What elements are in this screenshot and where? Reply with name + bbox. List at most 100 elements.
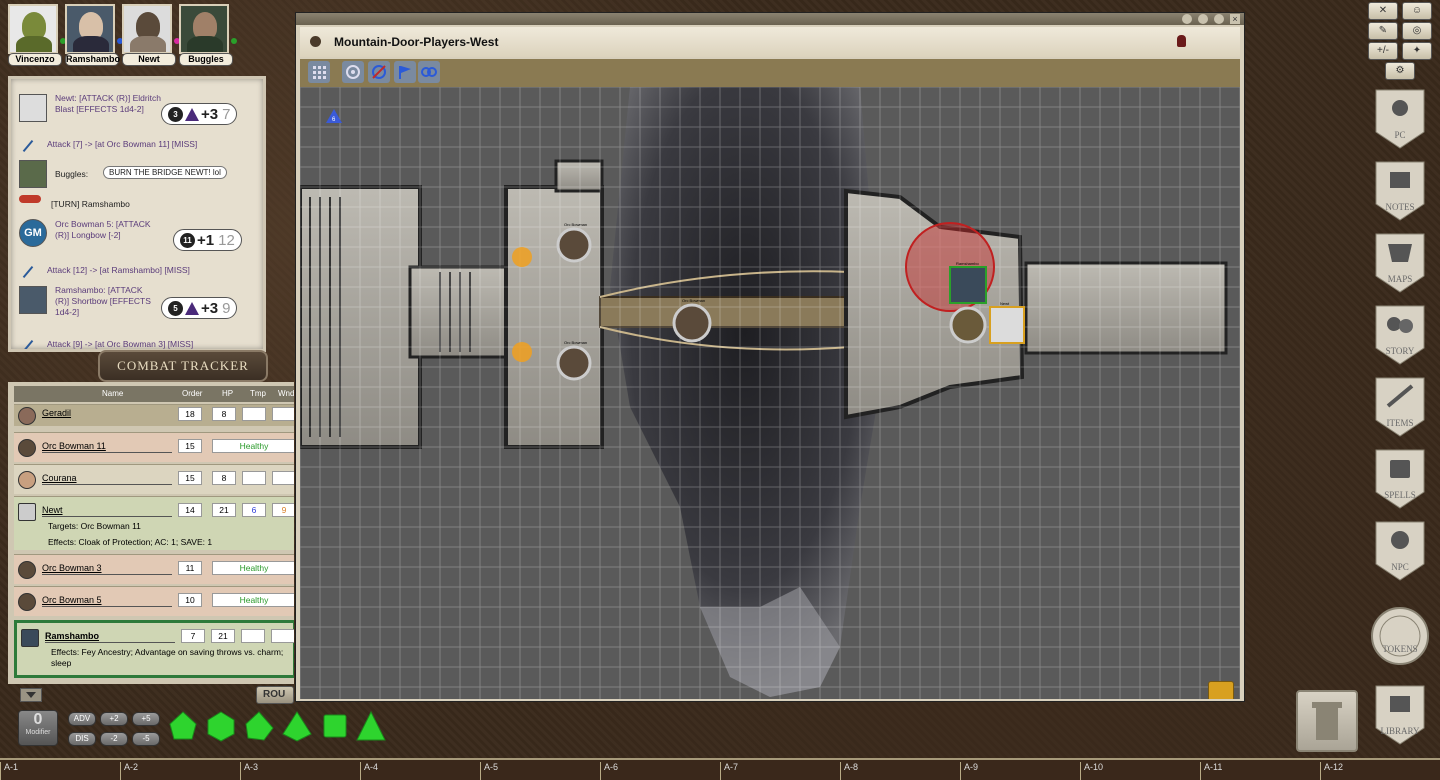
map-window[interactable]: × Mountain-Door-Players-West Orc Bowman … [295, 12, 1245, 702]
hotkey-slot[interactable]: A-12 [1319, 762, 1343, 780]
ct-hp[interactable]: 8 [212, 471, 236, 485]
ct-order[interactable]: 10 [178, 593, 202, 607]
users-icon[interactable]: ☺ [1402, 2, 1432, 20]
d12-icon[interactable] [320, 710, 350, 742]
map-canvas[interactable]: Orc Bowman Orc Bowman Orc Bowman Ramsham… [300, 87, 1240, 699]
ct-wnd[interactable] [272, 407, 294, 421]
map-link-icon[interactable] [310, 36, 321, 47]
sidebar-story[interactable]: STORY [1370, 304, 1430, 366]
sidebar-pc[interactable]: PC [1370, 88, 1430, 150]
dice-link-icon[interactable] [418, 61, 440, 83]
flag-icon[interactable] [394, 61, 416, 83]
ct-order[interactable]: 14 [178, 503, 202, 517]
ct-row-orc-bowman-5[interactable]: Orc Bowman 5 10 Healthy [14, 586, 294, 616]
roll-alt: 9 [222, 299, 231, 317]
help-icon[interactable] [1198, 14, 1208, 24]
hotkey-slot[interactable]: A-7 [719, 762, 738, 780]
grid-icon[interactable] [308, 61, 330, 83]
sidebar-npc[interactable]: NPC [1370, 520, 1430, 582]
map-tools-icon[interactable]: ◎ [1402, 22, 1432, 40]
hotkey-slot[interactable]: A-10 [1079, 762, 1103, 780]
party-member-newt[interactable]: Newt [122, 4, 180, 66]
dis-button[interactable]: DIS [68, 732, 96, 746]
sidebar-items[interactable]: ITEMS [1370, 376, 1430, 438]
record-icon[interactable]: ✎ [1368, 22, 1398, 40]
d4-icon[interactable] [168, 710, 198, 742]
ct-menu-button[interactable] [20, 688, 42, 702]
hotkey-slot[interactable]: A-11 [1199, 762, 1222, 780]
sidebar-spells[interactable]: SPELLS [1370, 448, 1430, 510]
ct-row-geradil[interactable]: Geradil 18 8 [14, 404, 294, 426]
sidebar-tokens[interactable]: TOKENS [1370, 606, 1430, 668]
modifier-box[interactable]: 0 Modifier [18, 710, 58, 746]
notes-icon [1375, 161, 1425, 221]
lock-icon[interactable] [1177, 35, 1186, 47]
chat-window[interactable]: Newt: [ATTACK (R)] Eldritch Blast [EFFEC… [8, 76, 266, 352]
d20-icon[interactable] [356, 710, 386, 742]
close-icon[interactable]: × [1230, 14, 1240, 24]
ct-wnd[interactable] [272, 471, 294, 485]
party-member-buggles[interactable]: Buggles [179, 4, 237, 66]
token-coin-icon [1371, 607, 1429, 665]
modifier-toggle-button[interactable]: +/- [1368, 42, 1398, 60]
d20-icon: 3 [168, 106, 183, 122]
plus2-button[interactable]: +2 [100, 712, 128, 726]
ct-order[interactable]: 15 [178, 439, 202, 453]
ct-row-newt[interactable]: Newt 14 21 6 9 Targets: Orc Bowman 11 Ef… [14, 496, 294, 550]
ct-order[interactable]: 7 [181, 629, 205, 643]
tools-icon[interactable]: ✕ [1368, 2, 1398, 20]
party-member-ramshambo[interactable]: Ramshambo [65, 4, 123, 66]
settings-icon[interactable]: ⚙ [1385, 62, 1415, 80]
hotkey-slot[interactable]: A-1 [0, 762, 18, 780]
adv-button[interactable]: ADV [68, 712, 96, 726]
ct-order[interactable]: 15 [178, 471, 202, 485]
hotkey-slot[interactable]: A-3 [239, 762, 258, 780]
ct-row-orc-bowman-3[interactable]: Orc Bowman 3 11 Healthy [14, 554, 294, 584]
ct-tmp[interactable] [242, 471, 266, 485]
hotkey-slot[interactable]: A-8 [839, 762, 858, 780]
ct-tmp[interactable] [241, 629, 265, 643]
map-options-icon[interactable] [1208, 681, 1234, 699]
share-icon[interactable] [1182, 14, 1192, 24]
token-label: Orc Bowman [564, 340, 587, 345]
walk-icon[interactable]: ✦ [1402, 42, 1432, 60]
ct-tmp[interactable]: 6 [242, 503, 266, 517]
ct-hp[interactable]: 21 [211, 629, 235, 643]
hotkey-slot[interactable]: A-5 [479, 762, 498, 780]
d10-icon[interactable] [282, 710, 312, 742]
buggles-chat-icon [19, 160, 47, 188]
hotkey-slot[interactable]: A-6 [599, 762, 618, 780]
sidebar-maps[interactable]: MAPS [1370, 232, 1430, 294]
ct-tmp[interactable] [242, 407, 266, 421]
sidebar-notes[interactable]: NOTES [1370, 160, 1430, 222]
ct-row-courana[interactable]: Courana 15 8 [14, 464, 294, 494]
ct-wnd[interactable] [271, 629, 294, 643]
sidebar-label: TOKENS [1382, 644, 1418, 654]
combat-tracker-title[interactable]: COMBAT TRACKER [98, 350, 268, 382]
chat-attack-line: Attack [7] -> [at Orc Bowman 11] [MISS] [47, 139, 198, 149]
lock-window-icon[interactable] [1214, 14, 1224, 24]
tower-icon[interactable] [1296, 690, 1358, 752]
hotkey-slot[interactable]: A-2 [119, 762, 138, 780]
clear-targets-icon[interactable] [368, 61, 390, 83]
d6-icon[interactable] [206, 710, 236, 742]
hotkey-slot[interactable]: A-9 [959, 762, 978, 780]
ct-order[interactable]: 18 [178, 407, 202, 421]
plus5-button[interactable]: +5 [132, 712, 160, 726]
target-icon[interactable] [342, 61, 364, 83]
sidebar-library[interactable]: LIBRARY [1370, 684, 1430, 746]
ct-wnd[interactable]: 9 [272, 503, 294, 517]
ct-order[interactable]: 11 [178, 561, 202, 575]
ct-row-orc-bowman-11[interactable]: Orc Bowman 11 15 Healthy [14, 432, 294, 462]
next-round-button[interactable]: ROU [256, 686, 294, 704]
roll-alt: 12 [218, 231, 235, 249]
ct-hp[interactable]: 21 [212, 503, 236, 517]
minus5-button[interactable]: -5 [132, 732, 160, 746]
battle-map[interactable]: Orc Bowman Orc Bowman Orc Bowman Ramsham… [300, 87, 1240, 699]
minus2-button[interactable]: -2 [100, 732, 128, 746]
ct-hp[interactable]: 8 [212, 407, 236, 421]
d8-icon[interactable] [244, 710, 274, 742]
ct-row-ramshambo-active[interactable]: Ramshambo 7 21 Effects: Fey Ancestry; Ad… [14, 620, 294, 678]
party-member-vincenzo[interactable]: Vincenzo [8, 4, 66, 66]
hotkey-slot[interactable]: A-4 [359, 762, 378, 780]
